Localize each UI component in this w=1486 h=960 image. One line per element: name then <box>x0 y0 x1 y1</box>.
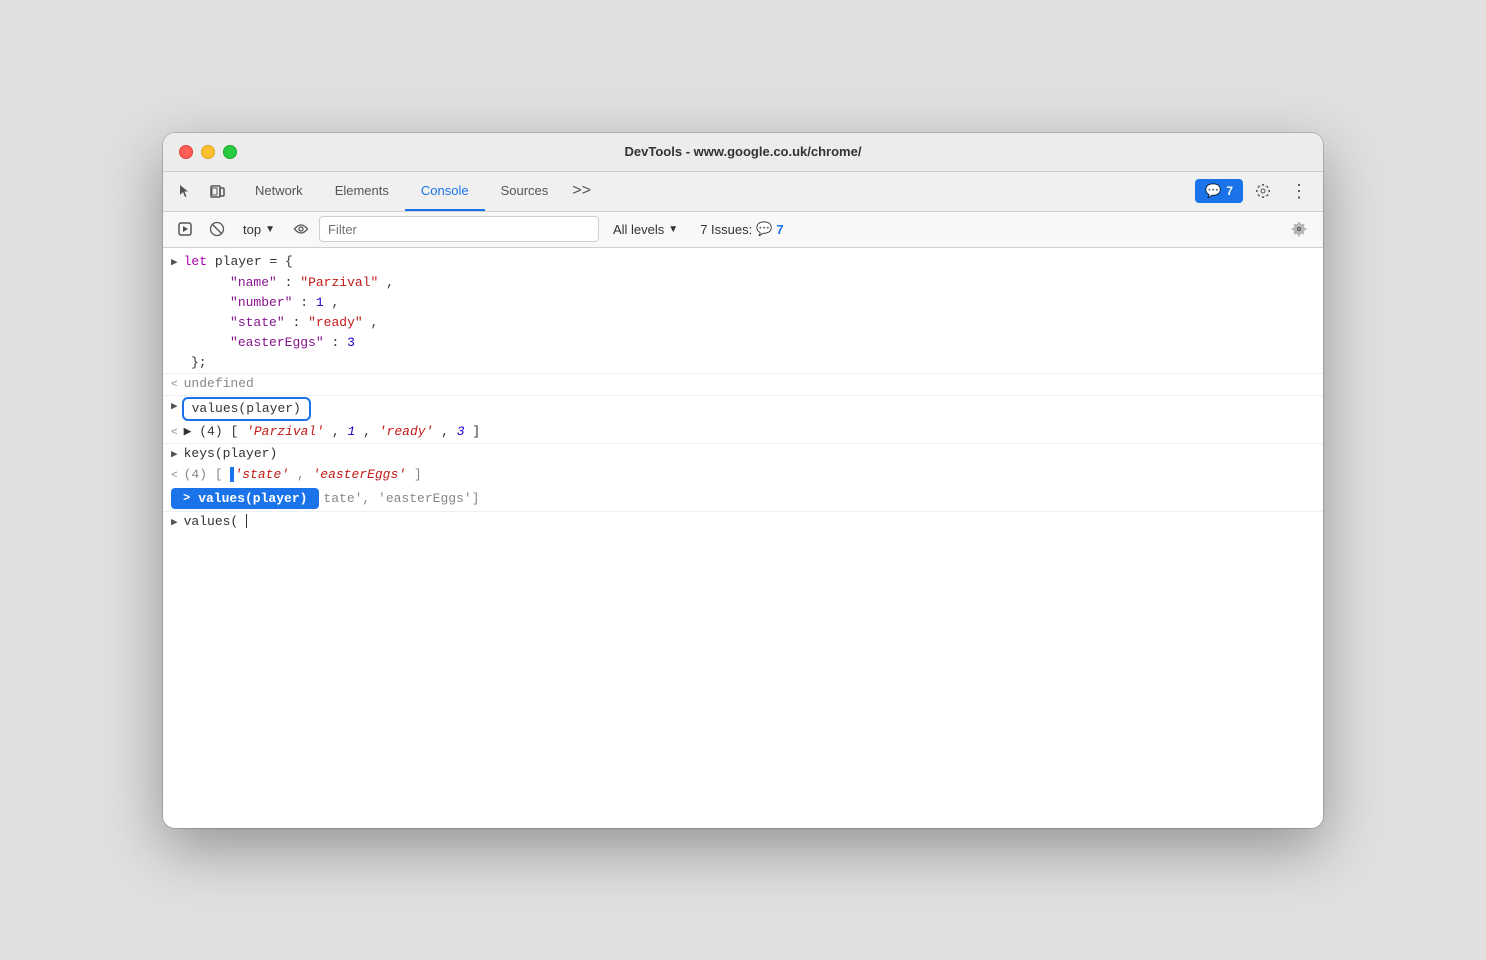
console-line-4: "state" : "ready" , <box>163 313 1323 333</box>
filter-input[interactable] <box>319 216 599 242</box>
autocomplete-row[interactable]: > values(player) tate', 'easterEggs'] <box>171 488 1323 509</box>
cursor-caret <box>246 514 247 528</box>
output-arrow-undefined: < <box>171 376 178 394</box>
console-content: ▶ let player = { "name" : "Parzival" , <box>163 248 1323 828</box>
console-line-keys-output: < (4) [ 'state' , 'easterEggs' ] <box>163 465 1323 486</box>
console-line-input: ▶ values( <box>163 511 1323 533</box>
traffic-lights <box>179 145 237 159</box>
autocomplete-popup[interactable]: > values(player) <box>171 488 319 509</box>
settings-button[interactable] <box>1247 175 1279 207</box>
input-arrow: ▶ <box>171 514 178 532</box>
tab-console[interactable]: Console <box>405 172 485 211</box>
inspect-tool-button[interactable] <box>203 177 231 205</box>
more-options-button[interactable]: ⋮ <box>1283 175 1315 207</box>
expand-arrow-1[interactable]: ▶ <box>171 254 178 272</box>
console-line-array-output: < ▶ (4) [ 'Parzival' , 1 , 'ready' , 3 ] <box>163 422 1323 443</box>
tab-bar: Network Elements Console Sources >> 💬 7 <box>163 172 1323 212</box>
title-bar: DevTools - www.google.co.uk/chrome/ <box>163 133 1323 172</box>
console-settings-button[interactable] <box>1283 213 1315 245</box>
context-selector[interactable]: top ▼ <box>235 220 283 239</box>
autocomplete-arrow-icon: > <box>183 491 190 505</box>
dropdown-arrow: ▼ <box>265 224 275 235</box>
console-autocomplete-area: < (4) [ 'state' , 'easterEggs' ] > value… <box>163 465 1323 509</box>
tab-elements[interactable]: Elements <box>319 172 405 211</box>
tab-sources[interactable]: Sources <box>485 172 565 211</box>
console-line-1: ▶ let player = { <box>163 252 1323 273</box>
issues-toolbar-item[interactable]: 7 Issues: 💬 7 <box>692 219 791 239</box>
issues-badge[interactable]: 💬 7 <box>1195 179 1243 203</box>
levels-arrow-icon: ▼ <box>668 224 678 235</box>
console-line-2: "name" : "Parzival" , <box>163 273 1323 293</box>
values-player-boxed: values(player) <box>182 397 311 421</box>
console-line-3: "number" : 1 , <box>163 293 1323 313</box>
close-button[interactable] <box>179 145 193 159</box>
output-arrow-array: < <box>171 424 178 442</box>
console-line-undefined: < undefined <box>163 373 1323 395</box>
expand-arrow-keys[interactable]: ▶ <box>171 446 178 464</box>
output-arrow-keys: < <box>171 467 178 485</box>
autocomplete-text: values(player) <box>198 491 307 506</box>
console-line-values: ▶ values(player) <box>163 395 1323 422</box>
eye-button[interactable] <box>287 215 315 243</box>
issues-chat-icon: 💬 <box>756 221 772 237</box>
console-toolbar: top ▼ All levels ▼ 7 Issues: 💬 7 <box>163 212 1323 248</box>
expand-arrow-values[interactable]: ▶ <box>171 398 178 416</box>
levels-dropdown[interactable]: All levels ▼ <box>603 220 688 239</box>
run-button[interactable] <box>171 215 199 243</box>
fullscreen-button[interactable] <box>223 145 237 159</box>
devtools-window: DevTools - www.google.co.uk/chrome/ Netw… <box>163 133 1323 828</box>
console-line-6: }; <box>163 353 1323 373</box>
cursor-tool-button[interactable] <box>171 177 199 205</box>
tab-icons <box>171 177 231 205</box>
chat-icon: 💬 <box>1205 183 1221 199</box>
tab-right-buttons: 💬 7 ⋮ <box>1195 175 1315 207</box>
partial-text: tate', 'easterEggs'] <box>323 491 479 506</box>
more-tabs-button[interactable]: >> <box>564 172 599 211</box>
tabs: Network Elements Console Sources >> <box>239 172 1195 211</box>
tab-network[interactable]: Network <box>239 172 319 211</box>
console-line-5: "easterEggs" : 3 <box>163 333 1323 353</box>
console-line-keys: ▶ keys(player) <box>163 443 1323 465</box>
window-title: DevTools - www.google.co.uk/chrome/ <box>625 144 862 159</box>
clear-console-button[interactable] <box>203 215 231 243</box>
minimize-button[interactable] <box>201 145 215 159</box>
